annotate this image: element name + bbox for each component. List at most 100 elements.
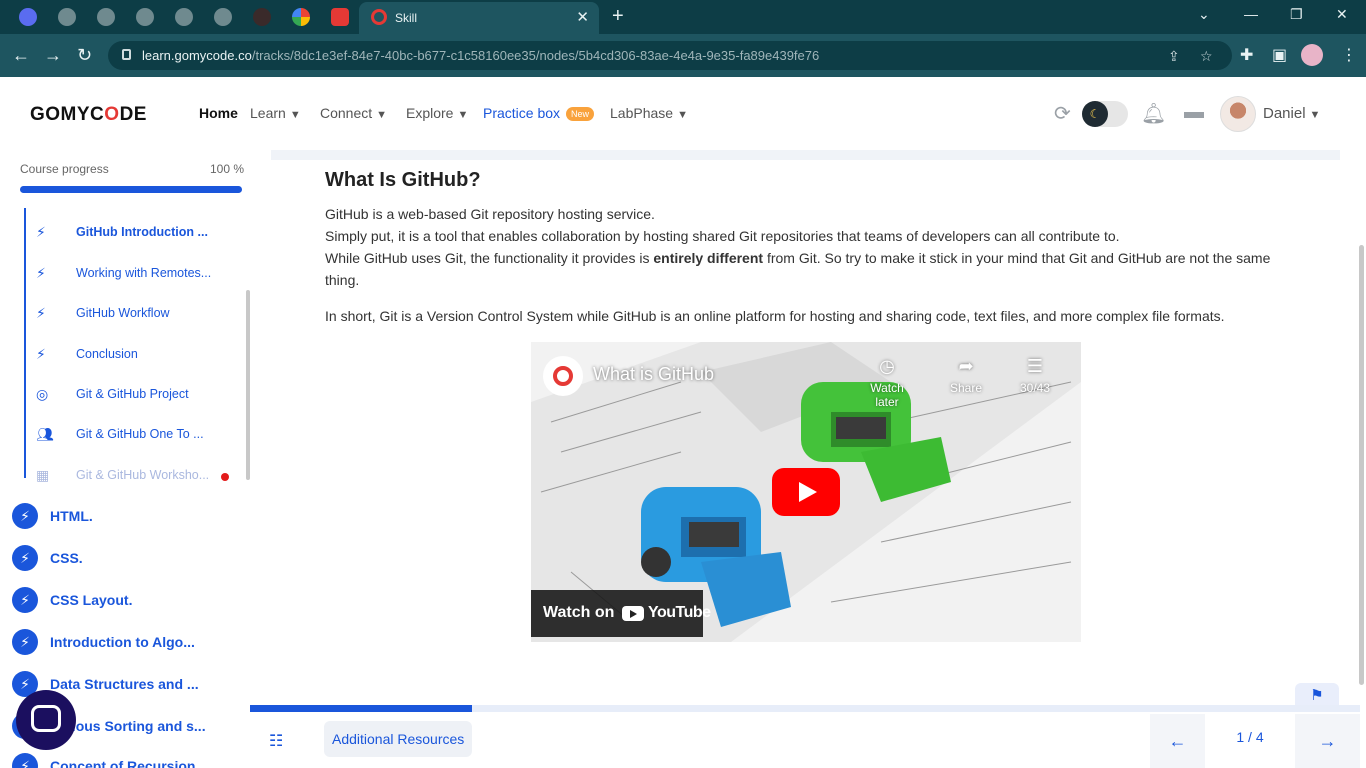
arrow-left-icon: ← bbox=[1168, 731, 1187, 751]
bolt-icon: ⚡︎ bbox=[12, 503, 38, 529]
lesson-footer: ☷ Additional Resources ← 1 / 4 → bbox=[250, 705, 1360, 768]
avatar[interactable] bbox=[1220, 96, 1256, 132]
side-panel-icon[interactable]: ▣ bbox=[1272, 45, 1287, 65]
moon-icon: ☾ bbox=[1082, 101, 1108, 127]
youtube-video-embed[interactable]: What is GitHub ◷ Watch later ➦ Share ☰ 30/4… bbox=[531, 342, 1081, 642]
app-header: GOMYCODE Home Learn ▼ Connect ▼ Explore ▼ P… bbox=[0, 77, 1366, 150]
course-progress-bar bbox=[20, 186, 242, 193]
google-tab-icon[interactable] bbox=[292, 8, 310, 26]
bolt-icon: ⚡︎ bbox=[12, 629, 38, 655]
nav-learn[interactable]: Learn ▼ bbox=[250, 105, 301, 121]
browser-menu-icon[interactable]: ⋮ bbox=[1341, 45, 1357, 65]
gomycode-favicon-icon bbox=[371, 9, 387, 25]
lesson-paragraph: Simply put, it is a tool that enables co… bbox=[325, 228, 1120, 244]
lesson-progress-fill bbox=[250, 705, 472, 712]
watch-later-button[interactable]: ◷ Watch later bbox=[857, 356, 917, 409]
new-tab-button[interactable]: + bbox=[612, 5, 624, 28]
flag-icon: ⚑ bbox=[1310, 687, 1324, 704]
content-top-strip bbox=[271, 150, 1340, 160]
arrow-right-icon: → bbox=[1318, 731, 1337, 751]
reload-icon[interactable]: ↻ bbox=[77, 45, 92, 66]
bolt-icon: ⚡︎ bbox=[36, 305, 46, 321]
tab-favicon[interactable] bbox=[58, 8, 76, 26]
address-bar[interactable]: learn.gomycode.co/tracks/8dc1e3ef-84e7-4… bbox=[108, 41, 1232, 70]
chat-icon[interactable]: ▬ bbox=[1184, 101, 1204, 124]
chat-bubble-icon bbox=[31, 705, 61, 732]
chevron-down-icon: ▼ bbox=[289, 109, 301, 121]
close-tab-icon[interactable]: ✕ bbox=[576, 8, 589, 26]
bolt-icon: ⚡︎ bbox=[36, 265, 46, 281]
nav-labphase[interactable]: LabPhase ▼ bbox=[610, 105, 688, 121]
nav-home[interactable]: Home bbox=[199, 105, 238, 121]
forward-icon[interactable]: → bbox=[44, 45, 62, 66]
playlist-button[interactable]: ☰ 30/43 bbox=[1005, 356, 1065, 395]
course-progress-percent: 100 % bbox=[210, 162, 245, 176]
active-tab[interactable]: Skill ✕ bbox=[359, 2, 599, 34]
page-scrollbar[interactable] bbox=[1359, 245, 1364, 685]
tab-favicon[interactable] bbox=[136, 8, 154, 26]
playlist-icon: ☰ bbox=[1026, 356, 1044, 376]
tab-favicon[interactable] bbox=[214, 8, 232, 26]
extensions-icon[interactable]: ✚ bbox=[1240, 45, 1253, 65]
tab-search-icon[interactable]: ⌄ bbox=[1198, 6, 1210, 23]
lesson-paragraph: While GitHub uses Git, the functionality… bbox=[325, 250, 1271, 288]
tab-favicon[interactable] bbox=[253, 8, 271, 26]
share-video-button[interactable]: ➦ Share bbox=[936, 356, 996, 395]
close-window-icon[interactable]: ✕ bbox=[1336, 6, 1348, 23]
profile-icon[interactable] bbox=[1301, 44, 1323, 66]
chevron-down-icon: ▼ bbox=[376, 109, 388, 121]
course-progress-label: Course progress bbox=[20, 162, 109, 176]
unread-dot bbox=[221, 473, 229, 481]
play-button[interactable] bbox=[772, 468, 840, 516]
course-sidebar: Course progress 100 % ⚡︎ GitHub Introduc… bbox=[0, 150, 250, 768]
user-menu[interactable]: Daniel ▼ bbox=[1263, 105, 1320, 122]
lesson-progress-bar bbox=[250, 705, 1360, 712]
tab-favicon[interactable] bbox=[331, 8, 349, 26]
nav-connect[interactable]: Connect ▼ bbox=[320, 105, 387, 121]
active-tab-title: Skill bbox=[395, 11, 418, 25]
table-of-contents-icon[interactable]: ☷ bbox=[269, 731, 283, 751]
previous-page-button[interactable]: ← bbox=[1150, 714, 1205, 768]
lock-icon bbox=[122, 49, 131, 60]
channel-logo-icon[interactable] bbox=[543, 356, 583, 396]
chevron-down-icon: ▼ bbox=[1309, 109, 1321, 121]
dark-mode-toggle[interactable]: ☾ bbox=[1082, 101, 1128, 127]
lesson-paragraph: GitHub is a web-based Git repository hos… bbox=[325, 206, 655, 222]
additional-resources-button[interactable]: Additional Resources bbox=[324, 721, 473, 757]
clock-icon: ◷ bbox=[879, 356, 895, 376]
chevron-down-icon: ▼ bbox=[457, 109, 469, 121]
gomycode-logo[interactable]: GOMYCODE bbox=[30, 104, 147, 126]
tab-favicon[interactable] bbox=[19, 8, 37, 26]
people-icon: 👥︎ bbox=[36, 426, 54, 442]
restore-icon[interactable]: ❐ bbox=[1290, 6, 1303, 23]
target-icon: ◎ bbox=[36, 386, 49, 402]
minimize-icon[interactable]: — bbox=[1244, 6, 1258, 22]
bookmark-star-icon[interactable]: ☆ bbox=[1200, 48, 1213, 65]
chevron-down-icon: ▼ bbox=[677, 109, 688, 121]
page-indicator: 1 / 4 bbox=[1205, 714, 1295, 768]
submodule-line bbox=[24, 208, 26, 478]
lesson-paragraph: In short, Git is a Version Control Syste… bbox=[325, 308, 1225, 324]
tab-favicon[interactable] bbox=[175, 8, 193, 26]
lesson-content: What Is GitHub? GitHub is a web-based Gi… bbox=[250, 150, 1366, 768]
bell-icon[interactable]: 🔔︎ bbox=[1141, 101, 1166, 126]
back-icon[interactable]: ← bbox=[12, 45, 30, 66]
url-text[interactable]: learn.gomycode.co/tracks/8dc1e3ef-84e7-4… bbox=[142, 48, 819, 63]
lesson-title: What Is GitHub? bbox=[325, 169, 481, 191]
support-chat-button[interactable] bbox=[16, 690, 76, 750]
nav-practice-box[interactable]: Practice box New bbox=[483, 105, 595, 121]
course-progress-fill bbox=[20, 186, 242, 193]
watch-on-youtube-button[interactable]: Watch on YouTube bbox=[531, 590, 711, 637]
new-badge: New bbox=[566, 107, 595, 121]
video-title[interactable]: What is GitHub bbox=[593, 364, 714, 385]
refresh-icon[interactable]: ⟳ bbox=[1054, 101, 1071, 126]
bolt-icon: ⚡︎ bbox=[36, 224, 46, 240]
tab-favicon[interactable] bbox=[97, 8, 115, 26]
browser-tab-bar: Skill ✕ + ⌄ — ❐ ✕ bbox=[0, 0, 1366, 34]
share-icon[interactable]: ⇪ bbox=[1168, 48, 1180, 65]
next-page-button[interactable]: → bbox=[1295, 714, 1360, 768]
share-arrow-icon: ➦ bbox=[958, 356, 974, 376]
nav-explore[interactable]: Explore ▼ bbox=[406, 105, 468, 121]
workshop-icon: ▦ bbox=[36, 467, 50, 483]
bolt-icon: ⚡︎ bbox=[12, 587, 38, 613]
